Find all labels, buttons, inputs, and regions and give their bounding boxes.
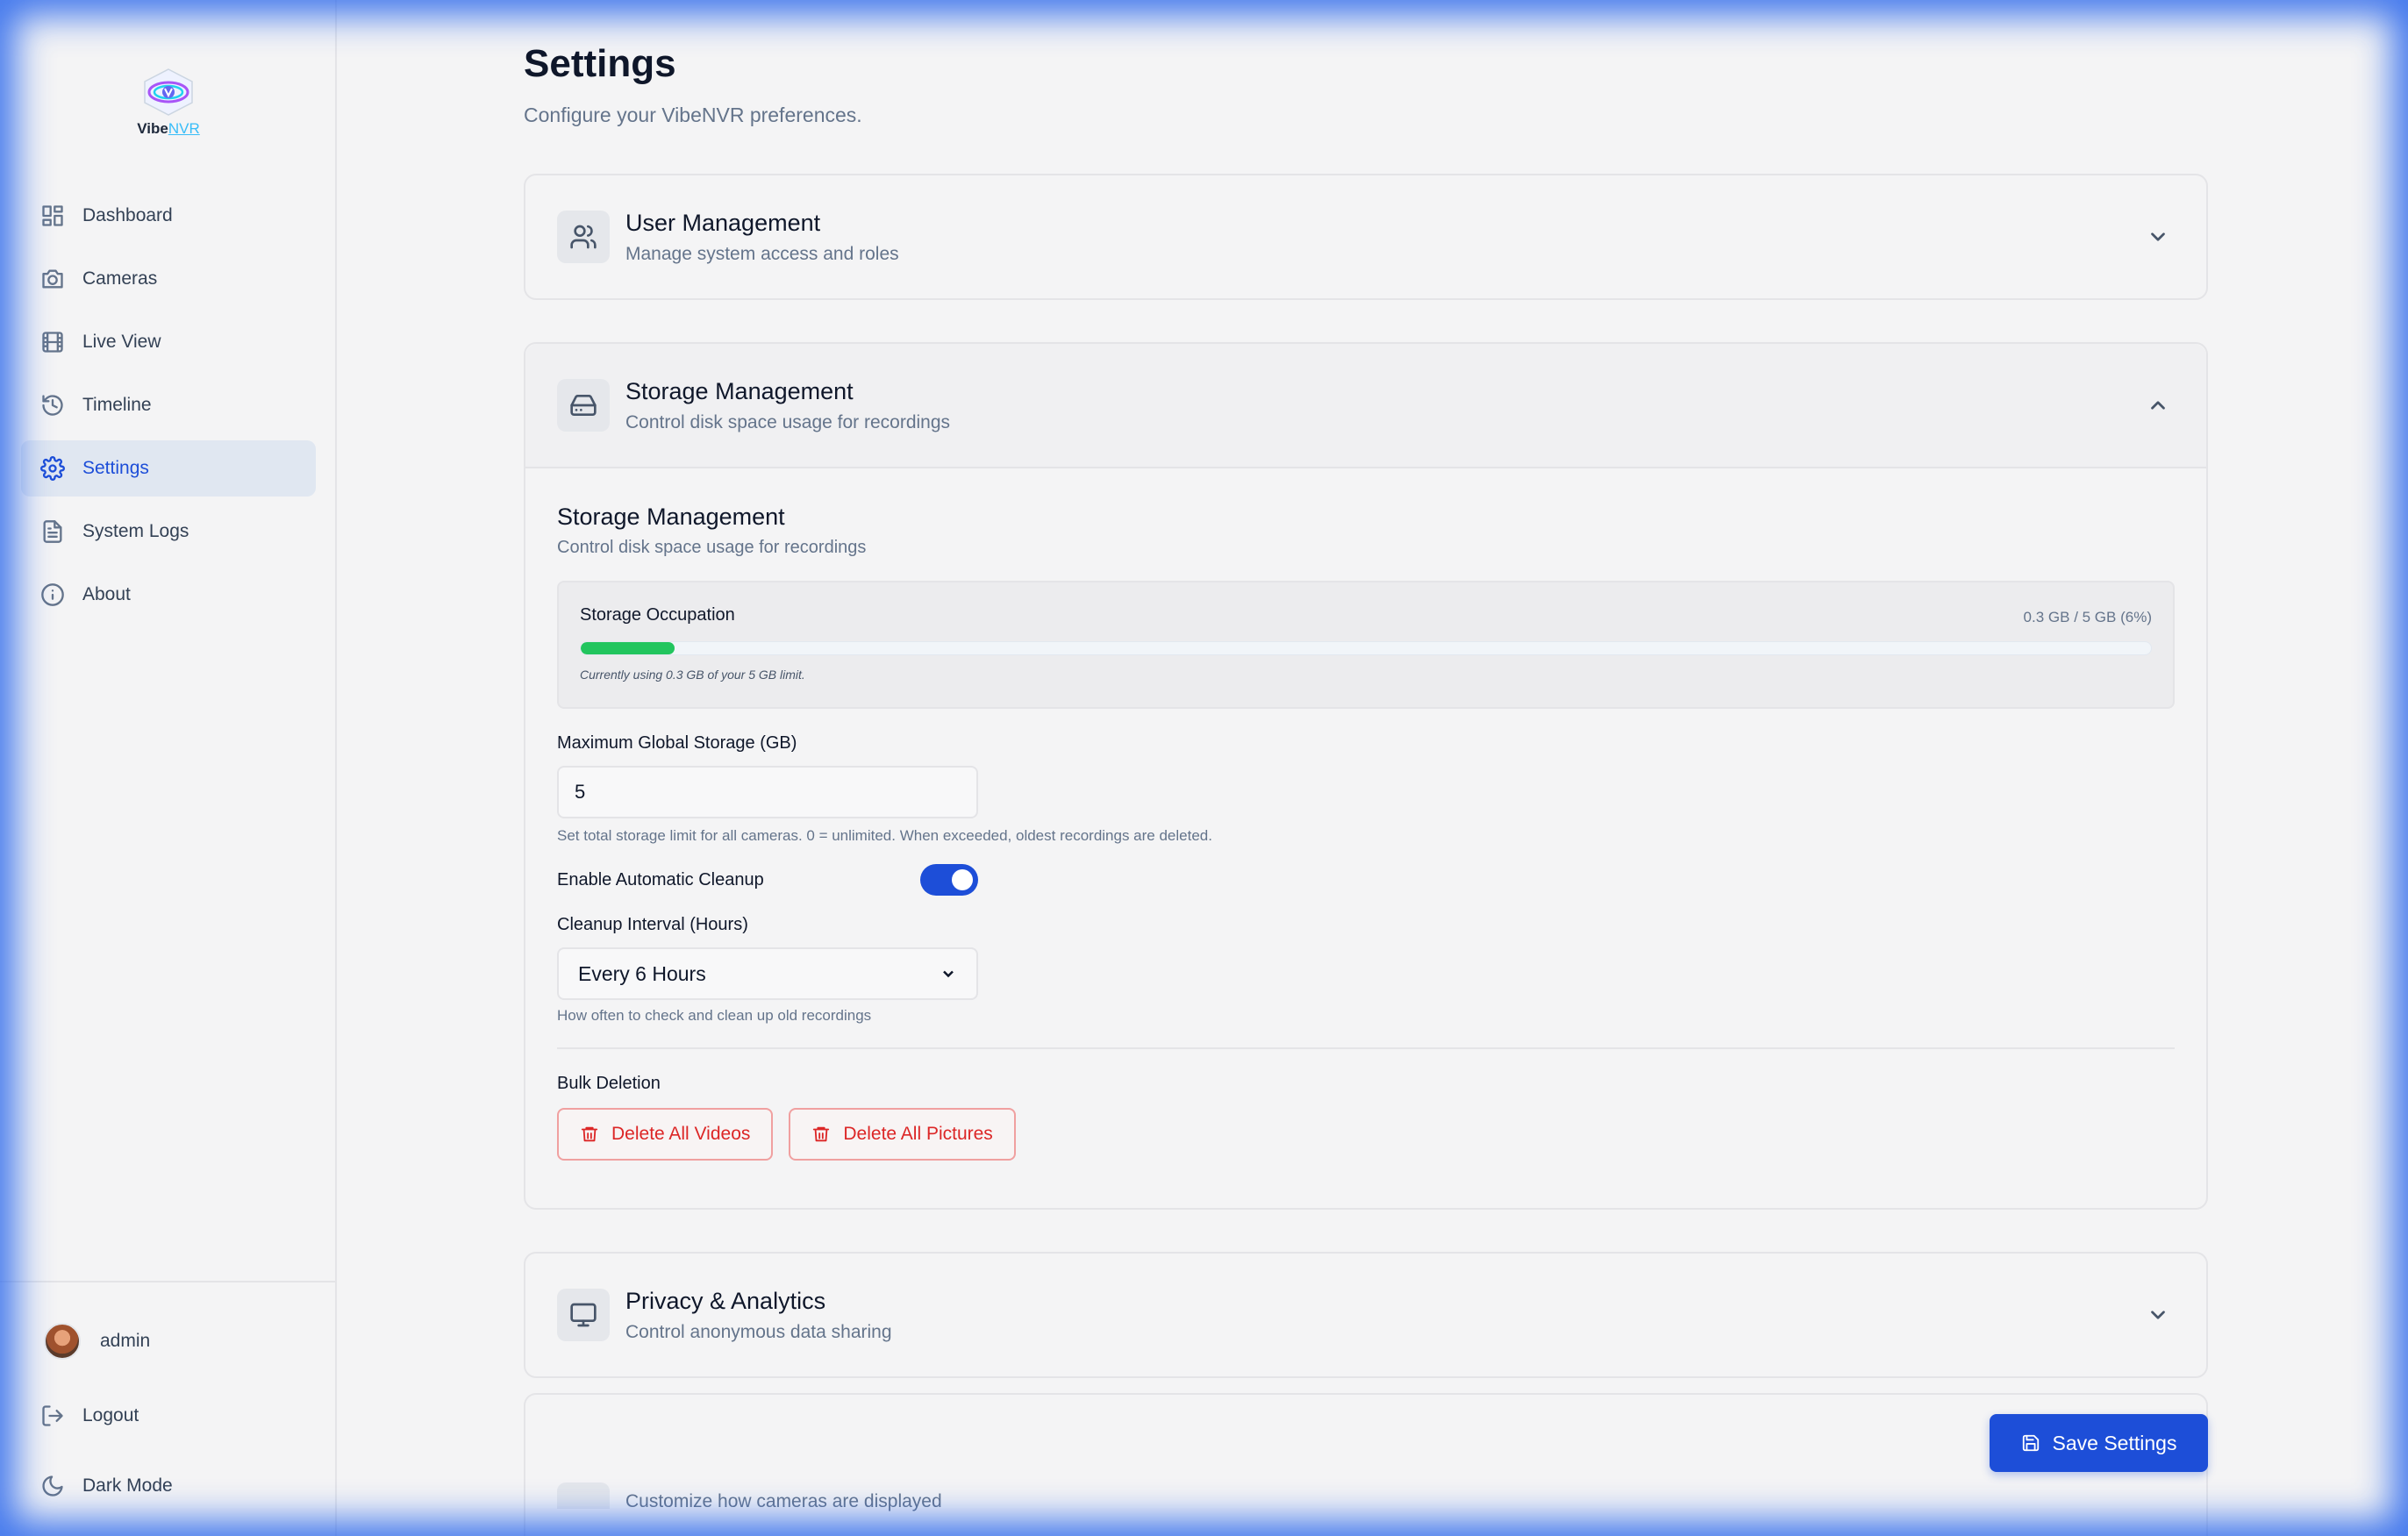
logout-label: Logout	[82, 1405, 139, 1425]
sidebar-item-label: Timeline	[82, 395, 152, 415]
storage-management-body: Storage Management Control disk space us…	[525, 467, 2206, 1196]
cleanup-interval-hint: How often to check and clean up old reco…	[557, 1007, 872, 1024]
bulk-deletion-label: Bulk Deletion	[557, 1074, 661, 1093]
storage-management-card: Storage Management Control disk space us…	[524, 342, 2208, 1210]
page-title: Settings	[524, 42, 676, 85]
cleanup-interval-select[interactable]: Every 6 Hours	[557, 947, 978, 1000]
storage-progress-bar	[580, 641, 2152, 655]
max-storage-hint: Set total storage limit for all cameras.…	[557, 827, 1212, 844]
auto-cleanup-row: Enable Automatic Cleanup	[557, 864, 978, 896]
dark-mode-toggle[interactable]: Dark Mode	[40, 1474, 173, 1498]
bulk-deletion-actions: Delete All Videos Delete All Pictures	[557, 1108, 2175, 1161]
display-settings-card: Customize how cameras are displayed	[524, 1393, 2208, 1536]
sidebar-nav: Dashboard Cameras Live View Timeline Set…	[21, 188, 316, 630]
privacy-analytics-card: Privacy & Analytics Control anonymous da…	[524, 1252, 2208, 1378]
save-settings-button[interactable]: Save Settings	[1990, 1414, 2208, 1472]
moon-icon	[42, 1475, 63, 1497]
dark-mode-label: Dark Mode	[82, 1475, 173, 1496]
sidebar-item-system-logs[interactable]: System Logs	[21, 504, 316, 560]
film-icon	[42, 332, 63, 353]
chevron-up-icon[interactable]	[2147, 394, 2169, 417]
display-settings-desc: Customize how cameras are displayed	[625, 1491, 942, 1511]
dashboard-icon	[42, 205, 63, 226]
user-management-title: User Management	[625, 209, 821, 236]
display-icon	[557, 1482, 610, 1509]
gear-icon	[40, 456, 65, 481]
privacy-analytics-desc: Control anonymous data sharing	[625, 1321, 892, 1342]
sidebar-item-settings[interactable]: Settings	[21, 440, 316, 497]
sidebar-item-timeline[interactable]: Timeline	[21, 377, 316, 433]
users-icon	[557, 211, 610, 263]
history-icon	[42, 395, 63, 416]
sidebar-item-label: About	[82, 584, 131, 604]
user-management-header[interactable]: User Management Manage system access and…	[525, 175, 2206, 298]
storage-management-header[interactable]: Storage Management Control disk space us…	[525, 344, 2206, 467]
storage-section-title: Storage Management	[557, 504, 785, 530]
delete-all-pictures-label: Delete All Pictures	[843, 1124, 993, 1144]
logout-button[interactable]: Logout	[40, 1404, 139, 1428]
user-management-desc: Manage system access and roles	[625, 243, 899, 264]
delete-all-videos-button[interactable]: Delete All Videos	[557, 1108, 774, 1161]
privacy-analytics-header[interactable]: Privacy & Analytics Control anonymous da…	[525, 1254, 2206, 1376]
app-logo[interactable]: VibeNVR	[107, 46, 230, 158]
divider	[557, 1047, 2175, 1049]
storage-occupation-value: 0.3 GB / 5 GB (6%)	[2023, 609, 2152, 625]
sidebar-item-label: Live View	[82, 332, 161, 352]
hard-drive-icon	[557, 379, 610, 432]
storage-occupation-note: Currently using 0.3 GB of your 5 GB limi…	[580, 668, 805, 682]
page-subtitle: Configure your VibeNVR preferences.	[524, 104, 862, 126]
sidebar-item-live-view[interactable]: Live View	[21, 314, 316, 370]
chevron-down-icon[interactable]	[2147, 225, 2169, 248]
username: admin	[100, 1331, 151, 1351]
delete-all-videos-label: Delete All Videos	[611, 1124, 751, 1144]
user-management-card: User Management Manage system access and…	[524, 174, 2208, 300]
delete-all-pictures-button[interactable]: Delete All Pictures	[789, 1108, 1016, 1161]
storage-progress-fill	[581, 642, 675, 654]
sidebar-item-label: Dashboard	[82, 205, 173, 225]
save-settings-label: Save Settings	[2052, 1431, 2177, 1454]
auto-cleanup-label: Enable Automatic Cleanup	[557, 869, 764, 889]
logo-text: VibeNVR	[137, 120, 200, 137]
file-text-icon	[43, 520, 62, 543]
sidebar-item-label: Cameras	[82, 268, 158, 289]
max-storage-input[interactable]	[557, 766, 978, 818]
chevron-down-icon	[943, 970, 954, 978]
eye-logo-icon	[144, 68, 193, 116]
chevron-down-icon[interactable]	[2147, 1304, 2169, 1326]
auto-cleanup-toggle[interactable]	[920, 864, 978, 896]
cleanup-interval-label: Cleanup Interval (Hours)	[557, 915, 748, 934]
storage-occupation-panel: Storage Occupation 0.3 GB / 5 GB (6%) Cu…	[557, 581, 2175, 709]
sidebar-divider	[0, 1281, 337, 1282]
trash-icon	[581, 1126, 598, 1142]
sidebar: VibeNVR Dashboard Cameras Live View Time…	[0, 0, 337, 1536]
storage-management-desc: Control disk space usage for recordings	[625, 411, 951, 432]
sidebar-item-cameras[interactable]: Cameras	[21, 251, 316, 307]
sidebar-item-dashboard[interactable]: Dashboard	[21, 188, 316, 244]
max-storage-label: Maximum Global Storage (GB)	[557, 733, 797, 753]
monitor-icon	[557, 1289, 610, 1341]
info-icon	[41, 583, 64, 606]
cleanup-interval-value: Every 6 Hours	[578, 961, 706, 985]
save-icon	[2022, 1434, 2039, 1452]
sidebar-item-label: System Logs	[82, 521, 189, 541]
trash-icon	[813, 1126, 830, 1142]
logout-icon	[42, 1405, 63, 1426]
privacy-analytics-title: Privacy & Analytics	[625, 1287, 826, 1314]
storage-occupation-label: Storage Occupation	[580, 605, 735, 625]
storage-section-desc: Control disk space usage for recordings	[557, 538, 867, 557]
user-profile[interactable]: admin	[44, 1323, 150, 1360]
sidebar-item-label: Settings	[82, 458, 149, 478]
avatar	[44, 1323, 81, 1360]
camera-icon	[42, 269, 63, 289]
storage-management-title: Storage Management	[625, 377, 854, 404]
sidebar-item-about[interactable]: About	[21, 567, 316, 623]
